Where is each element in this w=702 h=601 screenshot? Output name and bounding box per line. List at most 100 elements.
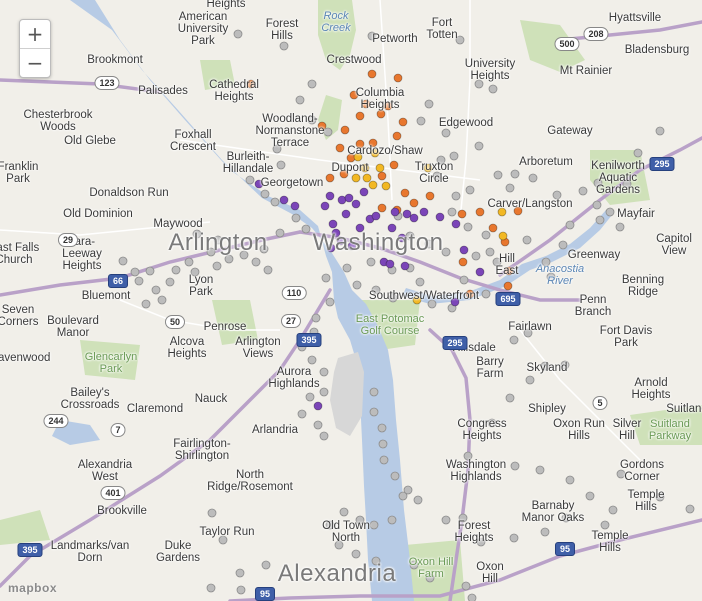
gray-marker[interactable] — [319, 367, 329, 377]
orange-marker[interactable] — [339, 169, 349, 179]
gray-marker[interactable] — [474, 141, 484, 151]
gray-marker[interactable] — [259, 244, 269, 254]
yellow-marker[interactable] — [381, 181, 391, 191]
gray-marker[interactable] — [509, 533, 519, 543]
yellow-marker[interactable] — [423, 163, 433, 173]
gray-marker[interactable] — [485, 247, 495, 257]
gray-marker[interactable] — [190, 267, 200, 277]
gray-marker[interactable] — [505, 393, 515, 403]
gray-marker[interactable] — [297, 409, 307, 419]
gray-marker[interactable] — [622, 179, 632, 189]
gray-marker[interactable] — [560, 360, 570, 370]
zoom-out-button[interactable]: − — [20, 49, 50, 77]
purple-marker[interactable] — [387, 223, 397, 233]
gray-marker[interactable] — [493, 170, 503, 180]
gray-marker[interactable] — [403, 485, 413, 495]
orange-marker[interactable] — [335, 143, 345, 153]
yellow-marker[interactable] — [353, 152, 363, 162]
gray-marker[interactable] — [552, 190, 562, 200]
gray-marker[interactable] — [311, 313, 321, 323]
gray-marker[interactable] — [441, 247, 451, 257]
gray-marker[interactable] — [505, 183, 515, 193]
purple-marker[interactable] — [326, 243, 336, 253]
gray-marker[interactable] — [355, 515, 365, 525]
orange-marker[interactable] — [488, 223, 498, 233]
gray-marker[interactable] — [378, 439, 388, 449]
gray-marker[interactable] — [157, 295, 167, 305]
gray-marker[interactable] — [655, 126, 665, 136]
orange-marker[interactable] — [368, 138, 378, 148]
gray-marker[interactable] — [458, 513, 468, 523]
gray-marker[interactable] — [275, 228, 285, 238]
yellow-marker[interactable] — [497, 207, 507, 217]
purple-marker[interactable] — [397, 233, 407, 243]
gray-marker[interactable] — [213, 235, 223, 245]
gray-marker[interactable] — [387, 515, 397, 525]
purple-marker[interactable] — [325, 191, 335, 201]
purple-marker[interactable] — [336, 236, 346, 246]
purple-marker[interactable] — [341, 209, 351, 219]
gray-marker[interactable] — [236, 585, 246, 595]
purple-marker[interactable] — [313, 401, 323, 411]
purple-marker[interactable] — [435, 212, 445, 222]
orange-marker[interactable] — [367, 69, 377, 79]
gray-marker[interactable] — [251, 257, 261, 267]
gray-marker[interactable] — [307, 79, 317, 89]
gray-marker[interactable] — [260, 189, 270, 199]
gray-marker[interactable] — [352, 280, 362, 290]
gray-marker[interactable] — [319, 387, 329, 397]
gray-marker[interactable] — [615, 222, 625, 232]
orange-marker[interactable] — [355, 111, 365, 121]
gray-marker[interactable] — [510, 461, 520, 471]
gray-marker[interactable] — [369, 407, 379, 417]
purple-marker[interactable] — [419, 207, 429, 217]
gray-marker[interactable] — [134, 276, 144, 286]
gray-marker[interactable] — [270, 197, 280, 207]
gray-marker[interactable] — [118, 256, 128, 266]
gray-marker[interactable] — [522, 235, 532, 245]
gray-marker[interactable] — [339, 507, 349, 517]
yellow-marker[interactable] — [375, 163, 385, 173]
gray-marker[interactable] — [279, 41, 289, 51]
orange-marker[interactable] — [400, 188, 410, 198]
purple-marker[interactable] — [451, 219, 461, 229]
orange-marker[interactable] — [361, 99, 371, 109]
gray-marker[interactable] — [305, 392, 315, 402]
gray-marker[interactable] — [608, 505, 618, 515]
yellow-marker[interactable] — [360, 163, 370, 173]
gray-marker[interactable] — [578, 186, 588, 196]
orange-marker[interactable] — [355, 139, 365, 149]
orange-marker[interactable] — [504, 266, 514, 276]
gray-marker[interactable] — [540, 527, 550, 537]
gray-marker[interactable] — [323, 127, 333, 137]
mapbox-logo[interactable]: mapbox — [8, 581, 57, 595]
gray-marker[interactable] — [369, 387, 379, 397]
gray-marker[interactable] — [379, 455, 389, 465]
orange-marker[interactable] — [389, 160, 399, 170]
gray-marker[interactable] — [427, 299, 437, 309]
gray-marker[interactable] — [432, 171, 442, 181]
gray-marker[interactable] — [405, 231, 415, 241]
yellow-marker[interactable] — [362, 173, 372, 183]
orange-marker[interactable] — [340, 125, 350, 135]
purple-marker[interactable] — [328, 219, 338, 229]
gray-marker[interactable] — [192, 229, 202, 239]
gray-marker[interactable] — [245, 175, 255, 185]
gray-marker[interactable] — [441, 128, 451, 138]
gray-marker[interactable] — [447, 207, 457, 217]
orange-marker[interactable] — [349, 90, 359, 100]
purple-marker[interactable] — [344, 193, 354, 203]
gray-marker[interactable] — [291, 213, 301, 223]
gray-marker[interactable] — [463, 222, 473, 232]
yellow-marker[interactable] — [370, 148, 380, 158]
orange-marker[interactable] — [458, 257, 468, 267]
purple-marker[interactable] — [359, 187, 369, 197]
gray-marker[interactable] — [565, 475, 575, 485]
gray-marker[interactable] — [276, 160, 286, 170]
gray-marker[interactable] — [509, 335, 519, 345]
gray-marker[interactable] — [130, 267, 140, 277]
gray-marker[interactable] — [605, 207, 615, 217]
gray-marker[interactable] — [388, 293, 398, 303]
gray-marker[interactable] — [184, 257, 194, 267]
gray-marker[interactable] — [461, 581, 471, 591]
